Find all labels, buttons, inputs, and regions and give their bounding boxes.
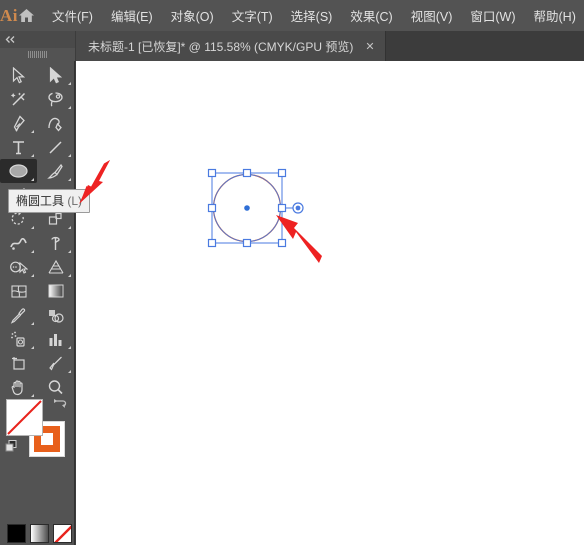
- flyout-corner-icon: [68, 274, 71, 277]
- gradient-tool[interactable]: [37, 279, 74, 303]
- swap-fill-stroke-icon[interactable]: [53, 398, 67, 417]
- flyout-corner-icon: [31, 226, 34, 229]
- color-mode-none[interactable]: [53, 524, 72, 543]
- free-transform-tool[interactable]: [37, 231, 74, 255]
- magic-wand-tool[interactable]: [0, 87, 37, 111]
- double-chevron-left-icon: [5, 35, 16, 45]
- direct-selection-tool[interactable]: [37, 63, 74, 87]
- flyout-corner-icon: [31, 394, 34, 397]
- zoom-tool[interactable]: [37, 375, 74, 399]
- artboard-tool[interactable]: [0, 351, 37, 375]
- menu-effect[interactable]: 效果(C): [341, 2, 401, 29]
- flyout-corner-icon: [31, 130, 34, 133]
- ellipse-tool[interactable]: [0, 159, 37, 183]
- menu-help[interactable]: 帮助(H): [525, 2, 584, 29]
- eyedropper-tool[interactable]: [0, 303, 37, 327]
- menu-edit[interactable]: 编辑(E): [102, 2, 162, 29]
- pen-tool[interactable]: [0, 111, 37, 135]
- flyout-corner-icon: [31, 250, 34, 253]
- flyout-corner-icon: [68, 370, 71, 373]
- tab-strip-empty-area: [385, 31, 584, 61]
- mesh-tool[interactable]: [0, 279, 37, 303]
- default-fill-stroke-icon[interactable]: [5, 439, 19, 458]
- ellipse-tool-tooltip: 椭圆工具 (L): [8, 189, 91, 213]
- menu-object[interactable]: 对象(O): [162, 2, 223, 29]
- paintbrush-tool[interactable]: [37, 159, 74, 183]
- flyout-corner-icon: [68, 178, 71, 181]
- none-slash-icon: [7, 400, 42, 435]
- flyout-corner-icon: [31, 154, 34, 157]
- flyout-corner-icon: [68, 82, 71, 85]
- shape-builder-tool[interactable]: [0, 255, 37, 279]
- color-mode-color[interactable]: [7, 524, 26, 543]
- app-logo: Ai: [0, 5, 18, 25]
- type-tool[interactable]: [0, 135, 37, 159]
- hand-tool[interactable]: [0, 375, 37, 399]
- center-point: [244, 205, 250, 211]
- menu-bar: Ai 文件(F) 编辑(E) 对象(O) 文字(T) 选择(S) 效果(C) 视…: [0, 0, 584, 31]
- curvature-tool[interactable]: [37, 111, 74, 135]
- line-segment-tool[interactable]: [37, 135, 74, 159]
- tooltip-label: 椭圆工具: [16, 194, 65, 208]
- perspective-grid-tool[interactable]: [37, 255, 74, 279]
- color-mode-gradient[interactable]: [30, 524, 49, 543]
- menu-view[interactable]: 视图(V): [402, 2, 462, 29]
- column-graph-tool[interactable]: [37, 327, 74, 351]
- menu-select[interactable]: 选择(S): [282, 2, 342, 29]
- width-tool[interactable]: [0, 231, 37, 255]
- selection-tool[interactable]: [0, 63, 37, 87]
- illustrator-window: Ai 文件(F) 编辑(E) 对象(O) 文字(T) 选择(S) 效果(C) 视…: [0, 0, 584, 545]
- menu-window[interactable]: 窗口(W): [461, 2, 524, 29]
- lasso-tool[interactable]: [37, 87, 74, 111]
- tooltip-shortcut: (L): [67, 194, 83, 208]
- blend-tool[interactable]: [37, 303, 74, 327]
- fill-stroke-controls: [5, 398, 68, 458]
- flyout-corner-icon: [31, 322, 34, 325]
- menu-items: 文件(F) 编辑(E) 对象(O) 文字(T) 选择(S) 效果(C) 视图(V…: [43, 2, 584, 29]
- close-icon[interactable]: ✕: [365, 40, 374, 53]
- document-tab[interactable]: 未标题-1 [已恢复]* @ 115.58% (CMYK/GPU 预览) ✕: [76, 31, 386, 61]
- panel-collapse-button[interactable]: [0, 31, 75, 48]
- fill-swatch-none[interactable]: [6, 399, 43, 436]
- color-mode-buttons: [7, 524, 72, 543]
- grip-dots-icon: [28, 51, 47, 58]
- toolbar-drag-grip[interactable]: [0, 48, 75, 61]
- flyout-corner-icon: [68, 250, 71, 253]
- menu-type[interactable]: 文字(T): [223, 2, 282, 29]
- flyout-corner-icon: [31, 274, 34, 277]
- artboard-canvas[interactable]: [76, 61, 584, 545]
- tool-grid: [0, 63, 75, 399]
- flyout-corner-icon: [68, 226, 71, 229]
- flyout-corner-icon: [68, 154, 71, 157]
- canvas-svg: [207, 168, 304, 248]
- flyout-corner-icon: [31, 346, 34, 349]
- flyout-corner-icon: [68, 106, 71, 109]
- symbol-sprayer-tool[interactable]: [0, 327, 37, 351]
- flyout-corner-icon: [68, 346, 71, 349]
- flyout-corner-icon: [31, 178, 34, 181]
- slice-tool[interactable]: [37, 351, 74, 375]
- document-tab-strip: 未标题-1 [已恢复]* @ 115.58% (CMYK/GPU 预览) ✕: [0, 31, 584, 61]
- tools-panel: [0, 61, 75, 545]
- menu-file[interactable]: 文件(F): [43, 2, 102, 29]
- home-icon[interactable]: [18, 8, 35, 23]
- document-tab-title: 未标题-1 [已恢复]* @ 115.58% (CMYK/GPU 预览): [88, 39, 354, 54]
